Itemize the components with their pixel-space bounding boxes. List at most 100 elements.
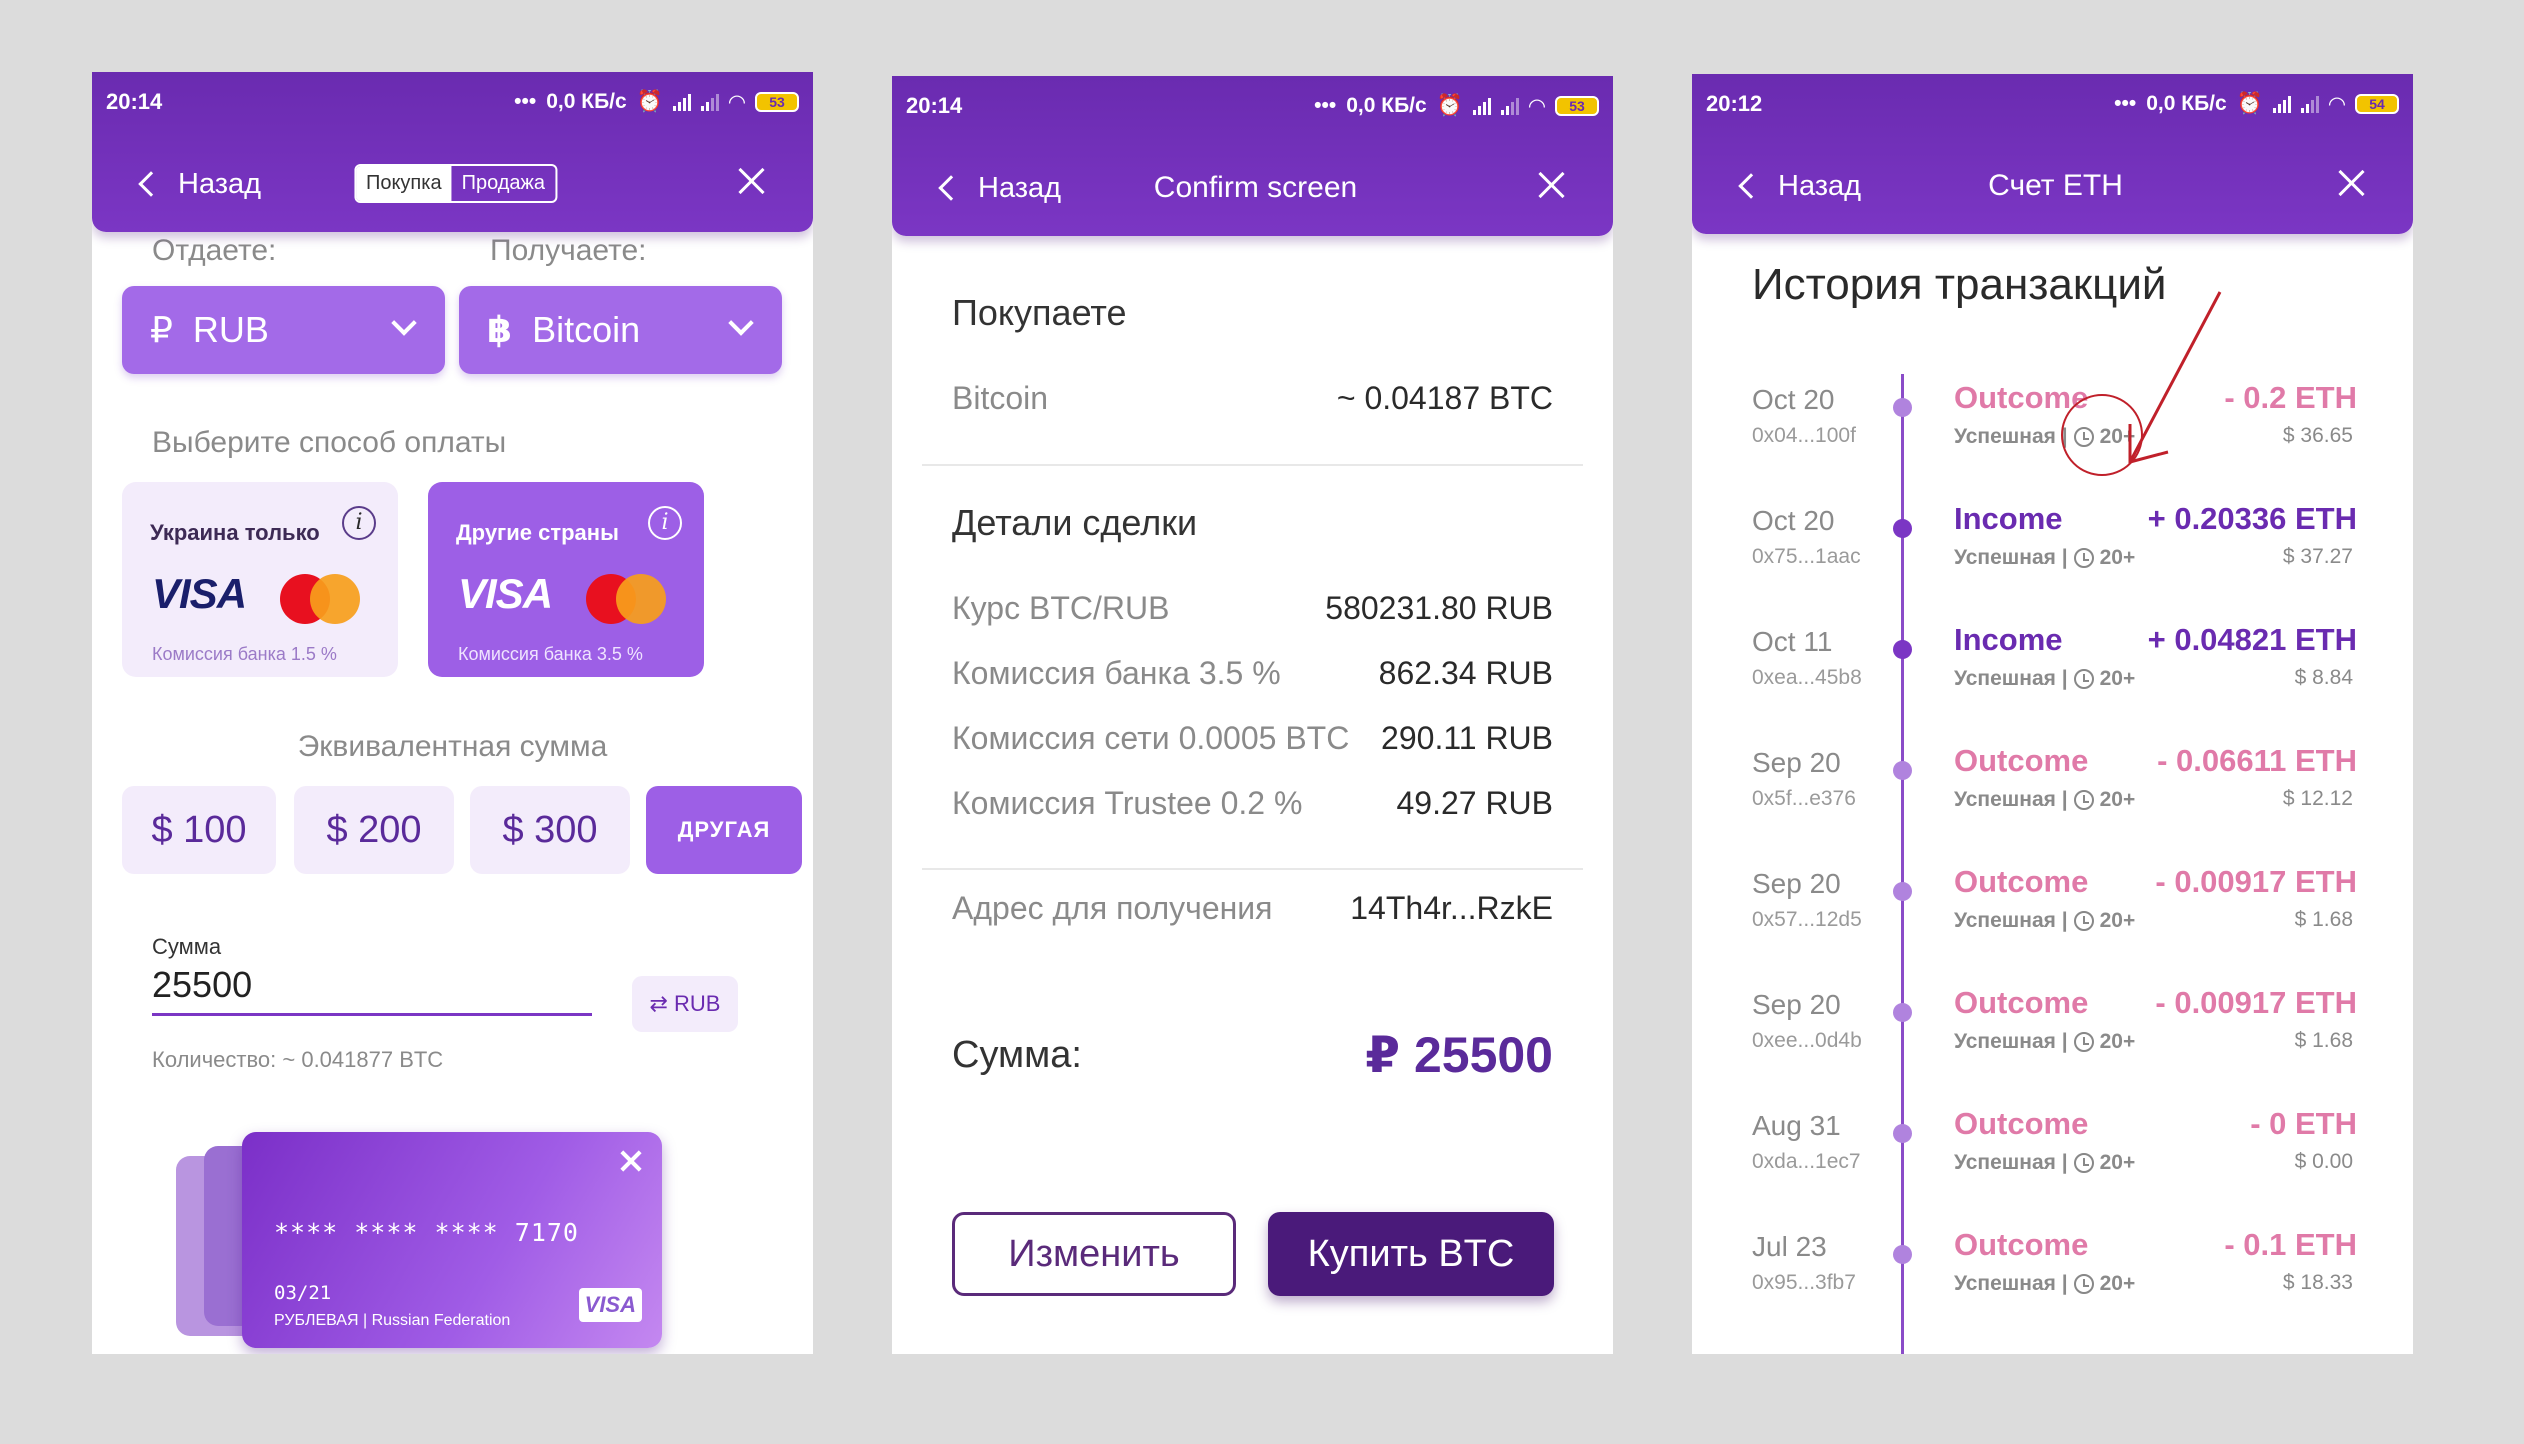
total-value: ₽ 25500 — [1365, 1027, 1553, 1083]
page-title: Счет ETH — [1988, 169, 2123, 202]
tab-buy[interactable]: Покупка — [355, 166, 452, 201]
currency-switch-label: RUB — [673, 991, 721, 1016]
visa-logo: VISA — [152, 570, 247, 617]
tx-date: Jul 17 — [1752, 1352, 1827, 1354]
status-time: 20:12 — [1706, 91, 1763, 116]
remove-card-icon[interactable] — [618, 1148, 644, 1174]
currency-switch-button[interactable]: ⇄ RUB — [632, 976, 738, 1032]
info-icon[interactable]: i — [342, 506, 376, 540]
transaction-row[interactable]: Oct 20 0x04...100f Outcome Успешная | 20+ - … — [1692, 380, 2413, 504]
timeline-dot — [1893, 1124, 1912, 1143]
battery-icon: 54 — [2355, 94, 2399, 114]
detail-label: Курс BTC/RUB — [952, 590, 1170, 626]
amount-other-button[interactable]: ДРУГАЯ — [646, 786, 802, 874]
top-bar: 20:14 ••• 0,0 КБ/с ⏰ ◠ 53 Назад Покупка … — [92, 72, 813, 232]
transaction-row[interactable]: Oct 20 0x75...1aac Income Успешная | 20+ + 0… — [1692, 501, 2413, 625]
tx-usd: $ 1.68 — [2294, 908, 2353, 931]
back-button[interactable]: Назад — [1738, 170, 1861, 203]
timeline-dot — [1893, 761, 1912, 780]
pay-method-title: Другие страны — [456, 520, 619, 545]
detail-value: 862.34 RUB — [1378, 655, 1553, 691]
tx-confirmations: 20+ — [2099, 788, 2136, 811]
transaction-row[interactable]: Jul 17 Outcome - 0.25 ETH — [1692, 1348, 2413, 1354]
status-time: 20:14 — [106, 89, 163, 114]
back-button[interactable]: Назад — [138, 168, 261, 201]
info-icon[interactable]: i — [648, 506, 682, 540]
transaction-row[interactable]: Sep 20 0xee...0d4b Outcome Успешная | 20+ - … — [1692, 985, 2413, 1109]
details-heading: Детали сделки — [952, 502, 1198, 543]
tx-hash: 0x04...100f — [1752, 424, 1856, 447]
tab-sell[interactable]: Продажа — [452, 166, 555, 201]
close-icon[interactable] — [2335, 166, 2369, 200]
visa-logo: VISA — [458, 570, 553, 617]
tx-hash: 0x95...3fb7 — [1752, 1271, 1856, 1294]
tx-type: Income — [1954, 622, 2063, 657]
tx-usd: $ 1.68 — [2294, 1029, 2353, 1052]
pay-method-fee: Комиссия банка 3.5 % — [458, 644, 643, 664]
timeline-dot — [1893, 640, 1912, 659]
detail-row: Курс BTC/RUB 580231.80 RUB — [952, 590, 1553, 627]
edit-button[interactable]: Изменить — [952, 1212, 1236, 1296]
dots-icon: ••• — [2114, 92, 2137, 115]
detail-value: 290.11 RUB — [1381, 720, 1553, 756]
page-title: Confirm screen — [1153, 171, 1358, 204]
quantity-text: Количество: ~ 0.041877 BTC — [152, 1047, 444, 1072]
status-bar: 20:12 ••• 0,0 КБ/с ⏰ ◠ 54 — [1706, 84, 2399, 124]
back-button[interactable]: Назад — [938, 172, 1061, 205]
buy-sell-toggle: Покупка Продажа — [353, 164, 558, 203]
tx-status-text: Успешная | — [1954, 667, 2068, 690]
pay-method-fee: Комиссия банка 1.5 % — [152, 644, 337, 664]
from-currency-name: RUB — [192, 309, 269, 350]
buy-btc-button[interactable]: Купить BTC — [1268, 1212, 1554, 1296]
wifi-icon: ◠ — [2328, 92, 2345, 116]
amount-100-button[interactable]: $ 100 — [122, 786, 276, 874]
tx-hash: 0xee...0d4b — [1752, 1029, 1862, 1052]
close-icon[interactable] — [735, 164, 769, 198]
pay-method-ukraine[interactable]: Украина только i VISA Комиссия банка 1.5… — [122, 482, 398, 677]
address-row: Адрес для получения 14Th4r...RzkE — [952, 890, 1553, 927]
from-currency-select[interactable]: ₽ RUB — [122, 286, 445, 374]
confirm-screen: 20:14 ••• 0,0 КБ/с ⏰ ◠ 53 Назад Confirm … — [892, 76, 1613, 1354]
bank-card[interactable]: **** **** **** 7170 03/21 РУБЛЕВАЯ | Rus… — [242, 1132, 662, 1348]
transaction-row[interactable]: Aug 31 0xda...1ec7 Outcome Успешная | 20+ - … — [1692, 1106, 2413, 1230]
sum-input[interactable]: 25500 — [152, 964, 592, 1016]
detail-value: 580231.80 RUB — [1325, 590, 1553, 626]
detail-row: Комиссия сети 0.0005 BTC 290.11 RUB — [952, 720, 1553, 757]
detail-row: Комиссия Trustee 0.2 % 49.27 RUB — [952, 785, 1553, 822]
tx-type: Income — [1954, 501, 2063, 536]
tx-date: Sep 20 — [1752, 989, 1841, 1020]
transaction-row[interactable]: Sep 20 0x5f...e376 Outcome Успешная | 20+ - … — [1692, 743, 2413, 867]
timeline-dot — [1893, 1003, 1912, 1022]
transaction-row[interactable]: Jul 23 0x95...3fb7 Outcome Успешная | 20+ - … — [1692, 1227, 2413, 1351]
tx-confirmations: 20+ — [2099, 1151, 2136, 1174]
tx-status-text: Успешная | — [1954, 909, 2068, 932]
tx-hash: 0x57...12d5 — [1752, 908, 1862, 931]
battery-icon: 53 — [755, 92, 799, 112]
give-label: Отдаете: — [152, 234, 277, 267]
tx-amount: - 0.00917 ETH — [2155, 864, 2357, 899]
battery-icon: 53 — [1555, 96, 1599, 116]
wifi-icon: ◠ — [728, 90, 745, 114]
tx-amount: + 0.04821 ETH — [2147, 622, 2357, 657]
amount-300-button[interactable]: $ 300 — [470, 786, 630, 874]
tx-type: Outcome — [1954, 1348, 2088, 1354]
buy-screen: 20:14 ••• 0,0 КБ/с ⏰ ◠ 53 Назад Покупка … — [92, 72, 813, 1354]
status-bar: 20:14 ••• 0,0 КБ/с ⏰ ◠ 53 — [106, 82, 799, 122]
close-icon[interactable] — [1535, 168, 1569, 202]
buying-asset: Bitcoin — [952, 380, 1049, 416]
to-currency-select[interactable]: ฿ Bitcoin — [459, 286, 782, 374]
transaction-row[interactable]: Sep 20 0x57...12d5 Outcome Успешная | 20+ - … — [1692, 864, 2413, 988]
dots-icon: ••• — [1314, 94, 1337, 117]
pay-method-other[interactable]: Другие страны i VISA Комиссия банка 3.5 … — [428, 482, 704, 677]
chevron-left-icon — [1738, 173, 1764, 199]
transaction-row[interactable]: Oct 11 0xea...45b8 Income Успешная | 20+ + 0… — [1692, 622, 2413, 746]
status-bar: 20:14 ••• 0,0 КБ/с ⏰ ◠ 53 — [906, 86, 1599, 126]
amount-200-button[interactable]: $ 200 — [294, 786, 454, 874]
tx-type: Outcome — [1954, 743, 2089, 778]
visa-logo: VISA — [578, 1288, 642, 1322]
network-speed: 0,0 КБ/с — [546, 90, 627, 113]
buying-heading: Покупаете — [952, 292, 1127, 333]
wifi-icon: ◠ — [1528, 94, 1545, 118]
network-speed: 0,0 КБ/с — [2146, 92, 2227, 115]
tx-status-text: Успешная | — [1954, 1030, 2068, 1053]
